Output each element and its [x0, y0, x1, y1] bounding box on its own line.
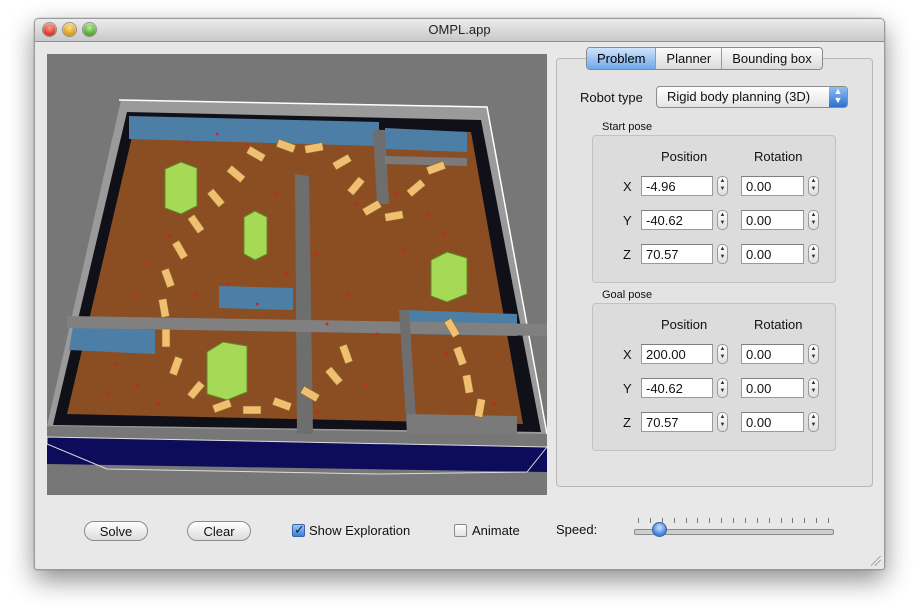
tab-bar: Problem Planner Bounding box	[586, 47, 823, 70]
goal-y-position-input[interactable]: -40.62	[641, 378, 713, 398]
start-z-rotation-input[interactable]: 0.00	[741, 244, 804, 264]
animate-label[interactable]: Animate	[472, 523, 520, 538]
app-window: OMPL.app Problem Planner Bounding box Ro…	[34, 18, 885, 570]
start-rotation-header: Rotation	[754, 149, 803, 164]
goal-position-header: Position	[661, 317, 708, 332]
slider-tick	[661, 518, 663, 523]
slider-tick	[804, 518, 806, 523]
scene-render[interactable]	[47, 54, 547, 495]
goal-z-rotation-input[interactable]: 0.00	[741, 412, 804, 432]
window-title: OMPL.app	[428, 22, 491, 37]
clear-button[interactable]: Clear	[187, 521, 251, 541]
solve-button[interactable]: Solve	[84, 521, 148, 541]
start-x-rotation-stepper[interactable]: ▲ ▼	[808, 176, 819, 196]
goal-x-rotation-stepper[interactable]: ▲ ▼	[808, 344, 819, 364]
checkmark-icon: ✓	[294, 522, 305, 537]
slider-tick	[792, 518, 794, 523]
slider-tick	[638, 518, 639, 523]
slider-tick	[780, 518, 782, 523]
slider-tick	[828, 518, 829, 523]
title-bar[interactable]: OMPL.app	[35, 19, 884, 42]
goal-pose-title: Goal pose	[602, 289, 653, 301]
start-z-position-input[interactable]: 70.57	[641, 244, 713, 264]
goal-y-label: Y	[623, 381, 632, 396]
show-exploration-label[interactable]: Show Exploration	[309, 523, 410, 538]
start-pose-title: Start pose	[602, 121, 653, 133]
start-y-label: Y	[623, 213, 632, 228]
start-z-rotation-stepper[interactable]: ▲ ▼	[808, 244, 819, 264]
start-z-position-stepper[interactable]: ▲ ▼	[717, 244, 728, 264]
slider-tick	[756, 518, 758, 523]
start-y-position-stepper[interactable]: ▲ ▼	[717, 210, 728, 230]
speed-label: Speed:	[556, 522, 598, 537]
goal-x-position-input[interactable]: 200.00	[641, 344, 713, 364]
goal-rotation-header: Rotation	[754, 317, 803, 332]
start-position-header: Position	[661, 149, 708, 164]
goal-z-label: Z	[623, 415, 631, 430]
slider-tick	[709, 518, 711, 523]
slider-tick	[816, 518, 818, 523]
start-x-rotation-input[interactable]: 0.00	[741, 176, 804, 196]
goal-y-rotation-stepper[interactable]: ▲ ▼	[808, 378, 819, 398]
start-y-rotation-stepper[interactable]: ▲ ▼	[808, 210, 819, 230]
goal-x-label: X	[623, 347, 632, 362]
slider-tick	[685, 518, 687, 523]
tab-problem[interactable]: Problem	[587, 48, 657, 69]
robot-type-label: Robot type	[580, 90, 643, 105]
start-x-position-input[interactable]: -4.96	[641, 176, 713, 196]
slider-tick	[733, 518, 734, 523]
slider-tick	[744, 518, 746, 523]
slider-tick	[721, 518, 723, 523]
slider-tick	[649, 518, 651, 523]
goal-y-position-stepper[interactable]: ▲ ▼	[717, 378, 728, 398]
select-arrows-icon: ▲ ▼	[829, 87, 847, 107]
goal-z-rotation-stepper[interactable]: ▲ ▼	[808, 412, 819, 432]
goal-y-rotation-input[interactable]: 0.00	[741, 378, 804, 398]
animate-checkbox[interactable]	[454, 524, 467, 537]
start-x-label: X	[623, 179, 632, 194]
robot-type-value: Rigid body planning (3D)	[667, 89, 811, 104]
slider-tick	[697, 518, 699, 523]
robot-type-select[interactable]: Rigid body planning (3D) ▲ ▼	[656, 86, 848, 108]
start-y-position-input[interactable]: -40.62	[641, 210, 713, 230]
goal-x-rotation-input[interactable]: 0.00	[741, 344, 804, 364]
3d-viewport[interactable]	[47, 54, 547, 495]
goal-x-position-stepper[interactable]: ▲ ▼	[717, 344, 728, 364]
start-z-label: Z	[623, 247, 631, 262]
tab-planner[interactable]: Planner	[656, 48, 723, 69]
goal-z-position-input[interactable]: 70.57	[641, 412, 713, 432]
tab-bounding-box[interactable]: Bounding box	[722, 48, 822, 69]
goal-z-position-stepper[interactable]: ▲ ▼	[717, 412, 728, 432]
slider-tick	[673, 518, 675, 523]
start-x-position-stepper[interactable]: ▲ ▼	[717, 176, 728, 196]
start-y-rotation-input[interactable]: 0.00	[741, 210, 804, 230]
resize-grip-icon[interactable]	[871, 556, 881, 566]
show-exploration-checkbox[interactable]: ✓	[292, 522, 305, 537]
slider-tick	[768, 518, 770, 523]
